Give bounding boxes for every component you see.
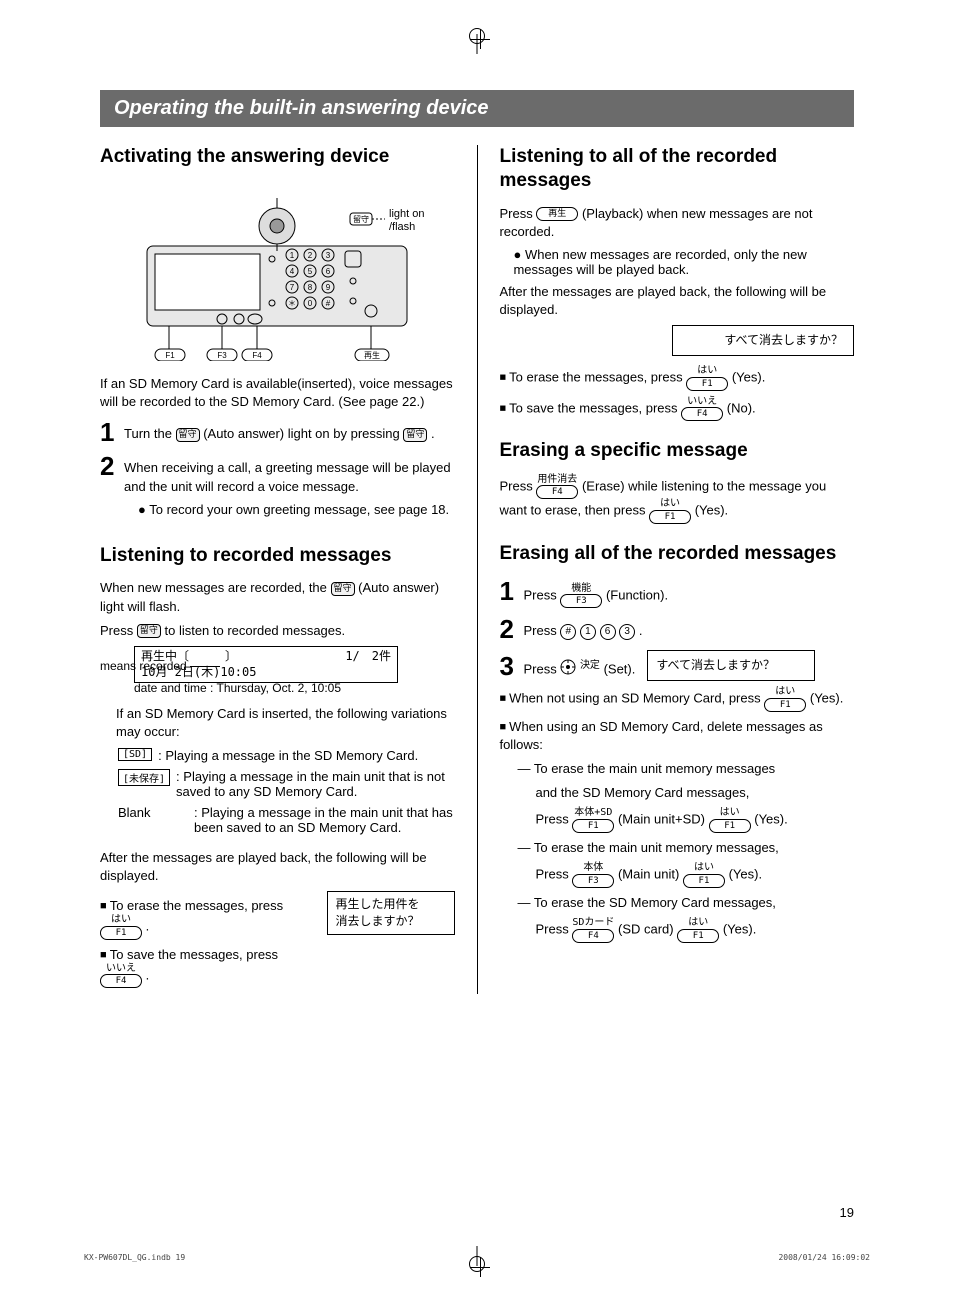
prompt-erase-all-2: すべて消去しますか？ (647, 650, 815, 681)
heading-erase-all: Erasing all of the recorded messages (499, 542, 854, 566)
lcd-date-en: date and time : Thursday, Oct. 2, 10:05 (134, 681, 455, 695)
heading-listen: Listening to recorded messages (100, 544, 455, 568)
svg-text:1: 1 (290, 251, 295, 260)
right-column: Listening to all of the recorded message… (499, 145, 854, 994)
listen-all-press: Press 再生 (Playback) when new messages ar… (499, 205, 854, 241)
f4-no-key: いいえ F4 (681, 397, 723, 422)
dash-2: — To erase the main unit memory messages… (517, 839, 854, 857)
section-title: Operating the built-in answering device (100, 90, 854, 127)
auto-answer-icon: 留守 (331, 582, 355, 596)
svg-text:9: 9 (326, 283, 331, 292)
key-3: 3 (619, 624, 635, 640)
svg-text:/flash: /flash (389, 221, 415, 233)
footer-meta: KX-PW607DL_QG.indb 19 2008/01/24 16:09:0… (84, 1253, 870, 1262)
f4-erase-key: 用件消去 F4 (536, 475, 578, 500)
with-sd-row: ■ When using an SD Memory Card, delete m… (499, 718, 854, 754)
prompt-erase-all: すべて消去しますか？ (672, 325, 854, 356)
f1-yes-key: はい F1 (709, 808, 751, 833)
erase-row-r: ■ To erase the messages, press はい F1 (Ye… (499, 366, 854, 391)
sd-note: If an SD Memory Card is available(insert… (100, 375, 455, 411)
save-row: ■ To save the messages, press いいえ F4 . (100, 946, 317, 989)
footer-right: 2008/01/24 16:09:02 (778, 1253, 870, 1262)
listen-press: Press 留守 to listen to recorded messages. (100, 622, 455, 640)
f1-yes-key: はい F1 (686, 366, 728, 391)
f1-yes-key: はい F1 (683, 863, 725, 888)
erase-all-step-3: 3 Press 決定 (Set). すべて消去しますか？ (499, 650, 854, 681)
svg-text:＊: ＊ (288, 299, 296, 308)
blank-tag: Blank (118, 805, 188, 820)
heading-erase-one: Erasing a specific message (499, 439, 854, 463)
key-1: 1 (580, 624, 596, 640)
f1-yes-key: はい F1 (677, 918, 719, 943)
erase-all-step-1: 1 Press 機能 F3 (Function). (499, 578, 854, 609)
erase-row: ■ To erase the messages, press はい F1 . (100, 897, 317, 940)
svg-text:5: 5 (308, 267, 313, 276)
svg-text:F3: F3 (218, 351, 228, 360)
key-hash: # (560, 624, 576, 640)
save-row-r: ■ To save the messages, press いいえ F4 (No… (499, 397, 854, 422)
auto-answer-icon: 留守 (176, 428, 200, 442)
dash-1-press: Press 本体+SD F1 (Main unit+SD) はい F1 (Yes… (535, 808, 854, 833)
dash-3-press: Press SDカード F4 (SD card) はい F1 (Yes). (535, 918, 854, 943)
erase-all-step-2: 2 Press # 1 6 3 . (499, 616, 854, 642)
footer-left: KX-PW607DL_QG.indb 19 (84, 1253, 185, 1262)
step-number: 2 (100, 453, 118, 479)
two-column-layout: Activating the answering device 1 2 3 (100, 145, 854, 994)
f1-yes-key: はい F1 (649, 499, 691, 524)
svg-text:light on: light on (389, 208, 424, 220)
playback-key: 再生 (536, 207, 578, 221)
f4-sdcard-key: SDカード F4 (572, 918, 614, 943)
svg-text:0: 0 (308, 299, 313, 308)
after-playback-note: After the messages are played back, the … (100, 849, 455, 885)
f3-main-key: 本体 F3 (572, 863, 614, 888)
set-icon (560, 659, 576, 681)
svg-text:6: 6 (326, 267, 331, 276)
means-recorded-label: means recorded (100, 659, 187, 673)
auto-answer-button-icon: 留守 (403, 428, 427, 442)
f1-yes-key: はい F1 (764, 687, 806, 712)
unsaved-tag: [未保存] (118, 769, 170, 786)
prompt-erase-played: 再生した用件を 消去しますか？ (327, 891, 455, 935)
svg-text:#: # (326, 299, 331, 308)
auto-answer-button-icon: 留守 (137, 624, 161, 638)
key-6: 6 (600, 624, 616, 640)
step-2: 2 When receiving a call, a greeting mess… (100, 453, 455, 526)
f1-yes-key: はい F1 (100, 915, 142, 940)
device-illustration: 1 2 3 4 5 6 7 8 9 ＊ 0 # (127, 181, 427, 361)
page-number: 19 (840, 1205, 854, 1220)
listen-intro: When new messages are recorded, the 留守 (… (100, 579, 455, 615)
svg-text:2: 2 (308, 251, 313, 260)
svg-text:3: 3 (326, 251, 331, 260)
heading-listen-all: Listening to all of the recorded message… (499, 145, 854, 193)
svg-text:F1: F1 (166, 351, 176, 360)
no-sd-row: ■ When not using an SD Memory Card, pres… (499, 687, 854, 712)
step-1: 1 Turn the 留守 (Auto answer) light on by … (100, 419, 455, 445)
column-divider (477, 145, 478, 994)
step-number: 1 (100, 419, 118, 445)
sd-tag: [SD] (118, 748, 152, 761)
heading-activate: Activating the answering device (100, 145, 455, 169)
svg-text:8: 8 (308, 283, 313, 292)
f4-no-key: いいえ F4 (100, 964, 142, 989)
f3-function-key: 機能 F3 (560, 584, 602, 609)
listen-all-bullet: When new messages are recorded, only the… (513, 247, 854, 277)
step-2-bullet: To record your own greeting message, see… (138, 501, 455, 520)
sd-variations-note: If an SD Memory Card is inserted, the fo… (116, 705, 455, 741)
svg-text:再生: 再生 (364, 350, 380, 360)
dash-3: — To erase the SD Memory Card messages, (517, 894, 854, 912)
erase-one-instr: Press 用件消去 F4 (Erase) while listening to… (499, 475, 854, 524)
svg-text:7: 7 (290, 283, 295, 292)
page: Operating the built-in answering device … (0, 0, 954, 1300)
dash-1: — To erase the main unit memory messages (517, 760, 854, 778)
svg-text:F4: F4 (253, 351, 263, 360)
after-playback-right: After the messages are played back, the … (499, 283, 854, 319)
svg-text:留守: 留守 (353, 214, 369, 224)
f1-main-sd-key: 本体+SD F1 (572, 808, 614, 833)
svg-text:4: 4 (290, 267, 295, 276)
left-column: Activating the answering device 1 2 3 (100, 145, 455, 994)
dash-2-press: Press 本体 F3 (Main unit) はい F1 (Yes). (535, 863, 854, 888)
